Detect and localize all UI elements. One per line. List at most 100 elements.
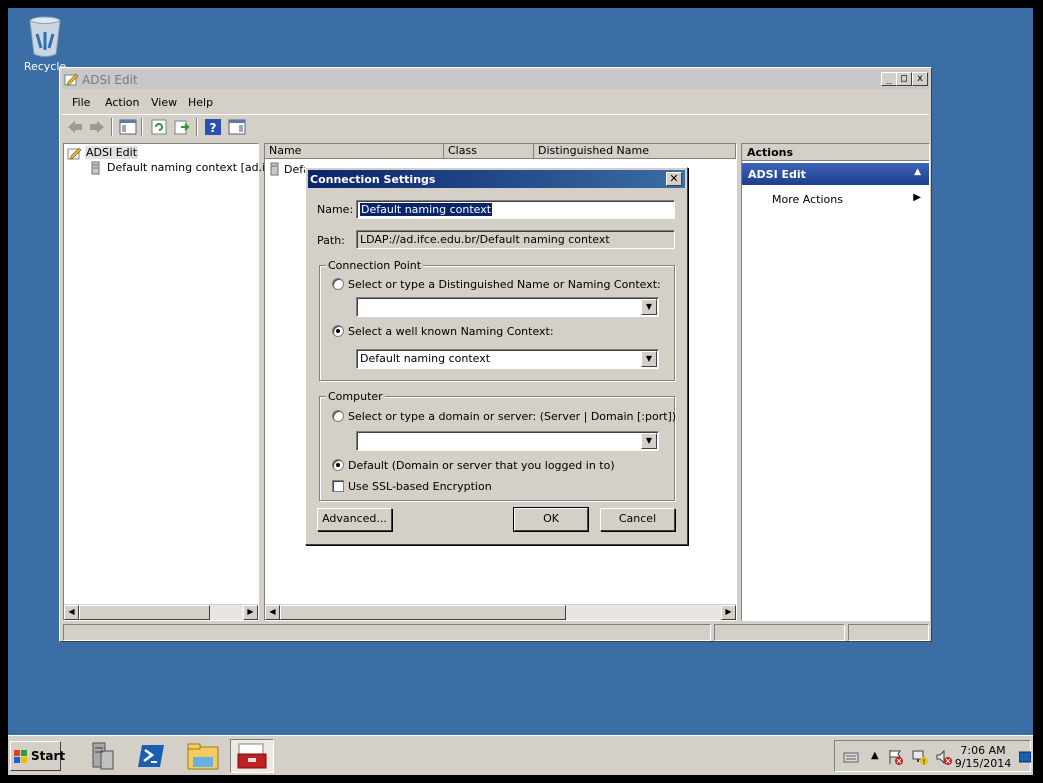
back-icon[interactable] bbox=[66, 118, 84, 136]
more-actions-item[interactable]: More Actions ▶ bbox=[742, 191, 929, 207]
adsi-edit-taskbar-button[interactable] bbox=[230, 739, 274, 773]
status-cell bbox=[63, 624, 711, 641]
console-tree-pane: ADSI Edit Default naming context [ad.ifc… bbox=[63, 143, 282, 621]
scroll-left-icon[interactable]: ◀ bbox=[265, 605, 280, 620]
taskbar: Start ▲ ! 7:06 AM 9/15/2014 bbox=[8, 735, 1033, 775]
toolbar-separator bbox=[196, 118, 198, 136]
network-icon[interactable]: ! bbox=[911, 748, 929, 766]
notification-area: ▲ ! 7:06 AM 9/15/2014 bbox=[834, 740, 1031, 772]
show-hide-action-pane-icon[interactable] bbox=[228, 118, 246, 136]
toolbar-separator bbox=[141, 118, 143, 136]
ok-button[interactable]: OK bbox=[513, 507, 589, 532]
actions-pane: Actions ADSI Edit ▲ More Actions ▶ bbox=[741, 143, 930, 621]
refresh-icon[interactable] bbox=[150, 118, 168, 136]
window-title: ADSI Edit bbox=[82, 73, 138, 87]
option-domain-or-server-label: Select or type a domain or server: (Serv… bbox=[348, 410, 677, 423]
toolbar-separator bbox=[111, 118, 113, 136]
radio-default-domain[interactable] bbox=[332, 459, 344, 471]
menu-action[interactable]: Action bbox=[105, 96, 139, 109]
column-header-name[interactable]: Name bbox=[265, 144, 444, 159]
powershell-taskbar-button[interactable] bbox=[130, 739, 174, 773]
tree-root-label: ADSI Edit bbox=[85, 146, 139, 159]
advanced-button[interactable]: Advanced... bbox=[317, 508, 392, 531]
adsi-edit-icon bbox=[67, 147, 82, 160]
name-input[interactable]: Default naming context bbox=[356, 200, 675, 219]
domain-or-server-combo[interactable]: ▼ bbox=[356, 431, 659, 451]
path-label: Path: bbox=[317, 234, 345, 247]
start-label: Start bbox=[31, 749, 66, 763]
scroll-left-icon[interactable]: ◀ bbox=[64, 605, 79, 620]
scroll-right-icon[interactable]: ▶ bbox=[721, 605, 736, 620]
dialog-titlebar[interactable]: Connection Settings ✕ bbox=[308, 170, 685, 188]
computer-group: Computer Select or type a domain or serv… bbox=[319, 390, 677, 501]
explorer-icon bbox=[187, 743, 219, 770]
radio-distinguished-name[interactable] bbox=[332, 278, 344, 290]
clock-time: 7:06 AM bbox=[960, 744, 1006, 757]
show-desktop-icon[interactable] bbox=[1019, 751, 1031, 763]
ssl-encryption-checkbox[interactable] bbox=[332, 480, 344, 492]
cancel-button[interactable]: Cancel bbox=[600, 508, 675, 531]
tree-child-label: Default naming context [ad.ifce bbox=[107, 161, 282, 174]
scroll-thumb[interactable] bbox=[79, 605, 210, 620]
server-icon bbox=[91, 161, 100, 175]
maximize-button[interactable]: □ bbox=[896, 72, 912, 86]
forward-icon[interactable] bbox=[88, 118, 106, 136]
scroll-thumb[interactable] bbox=[280, 605, 566, 620]
start-button[interactable]: Start bbox=[10, 741, 65, 771]
clock-date: 9/15/2014 bbox=[954, 757, 1012, 770]
close-button[interactable]: x bbox=[912, 72, 928, 86]
option-distinguished-name-label: Select or type a Distinguished Name or N… bbox=[348, 278, 661, 291]
clock[interactable]: 7:06 AM 9/15/2014 bbox=[953, 744, 1013, 770]
help-icon[interactable]: ? bbox=[204, 118, 222, 136]
show-hide-console-tree-icon[interactable] bbox=[119, 118, 137, 136]
column-header-class[interactable]: Class bbox=[444, 144, 534, 159]
option-well-known-context-label: Select a well known Naming Context: bbox=[348, 325, 554, 338]
path-field: LDAP://ad.ifce.edu.br/Default naming con… bbox=[356, 230, 675, 249]
list-horizontal-scrollbar[interactable]: ◀ ▶ bbox=[265, 604, 736, 620]
actions-section-adsi-edit[interactable]: ADSI Edit ▲ bbox=[742, 163, 929, 185]
connection-settings-dialog: Connection Settings ✕ Name: Default nami… bbox=[305, 167, 688, 545]
minimize-button[interactable]: _ bbox=[881, 72, 897, 86]
dialog-close-button[interactable]: ✕ bbox=[666, 172, 682, 186]
toolbar: ? bbox=[62, 114, 929, 138]
distinguished-name-combo[interactable]: ▼ bbox=[356, 297, 659, 317]
volume-muted-icon[interactable] bbox=[935, 748, 953, 766]
window-titlebar[interactable]: ADSI Edit _ □ x bbox=[62, 70, 929, 89]
chevron-down-icon[interactable]: ▼ bbox=[641, 351, 657, 367]
scroll-right-icon[interactable]: ▶ bbox=[243, 605, 258, 620]
status-cell bbox=[714, 624, 845, 641]
server-manager-icon bbox=[92, 742, 114, 770]
connection-point-label: Connection Point bbox=[326, 259, 424, 272]
radio-well-known-context[interactable] bbox=[332, 325, 344, 337]
show-hidden-icons-chevron-icon[interactable]: ▲ bbox=[871, 750, 879, 761]
svg-text:!: ! bbox=[923, 758, 926, 766]
close-icon: ✕ bbox=[669, 172, 679, 185]
computer-label: Computer bbox=[326, 390, 385, 403]
keyboard-icon[interactable] bbox=[843, 749, 859, 765]
menu-help[interactable]: Help bbox=[188, 96, 213, 109]
tree-horizontal-scrollbar[interactable]: ◀ ▶ bbox=[64, 604, 258, 620]
export-list-icon[interactable] bbox=[173, 118, 191, 136]
well-known-context-combo[interactable]: Default naming context ▼ bbox=[356, 349, 659, 369]
menu-view[interactable]: View bbox=[151, 96, 177, 109]
windows-logo-icon bbox=[14, 750, 27, 763]
more-actions-label: More Actions bbox=[772, 193, 843, 206]
recycle-bin-shortcut[interactable]: Recycle bbox=[20, 14, 70, 73]
status-bar bbox=[63, 624, 929, 642]
radio-domain-or-server[interactable] bbox=[332, 410, 344, 422]
chevron-down-icon[interactable]: ▼ bbox=[641, 433, 657, 449]
chevron-down-icon[interactable]: ▼ bbox=[641, 299, 657, 315]
explorer-taskbar-button[interactable] bbox=[181, 739, 225, 773]
server-manager-taskbar-button[interactable] bbox=[81, 739, 125, 773]
action-center-flag-icon[interactable] bbox=[887, 748, 905, 766]
ssl-encryption-label: Use SSL-based Encryption bbox=[348, 480, 492, 493]
menu-bar: File Action View Help bbox=[62, 92, 929, 112]
menu-file[interactable]: File bbox=[72, 96, 90, 109]
recycle-bin-icon bbox=[29, 16, 61, 57]
column-header-distinguished-name[interactable]: Distinguished Name bbox=[534, 144, 736, 159]
svg-text:?: ? bbox=[210, 121, 217, 135]
name-input-value: Default naming context bbox=[358, 202, 494, 217]
collapse-icon[interactable]: ▲ bbox=[914, 167, 921, 177]
option-default-domain-label: Default (Domain or server that you logge… bbox=[348, 459, 615, 472]
name-label: Name: bbox=[317, 203, 354, 216]
